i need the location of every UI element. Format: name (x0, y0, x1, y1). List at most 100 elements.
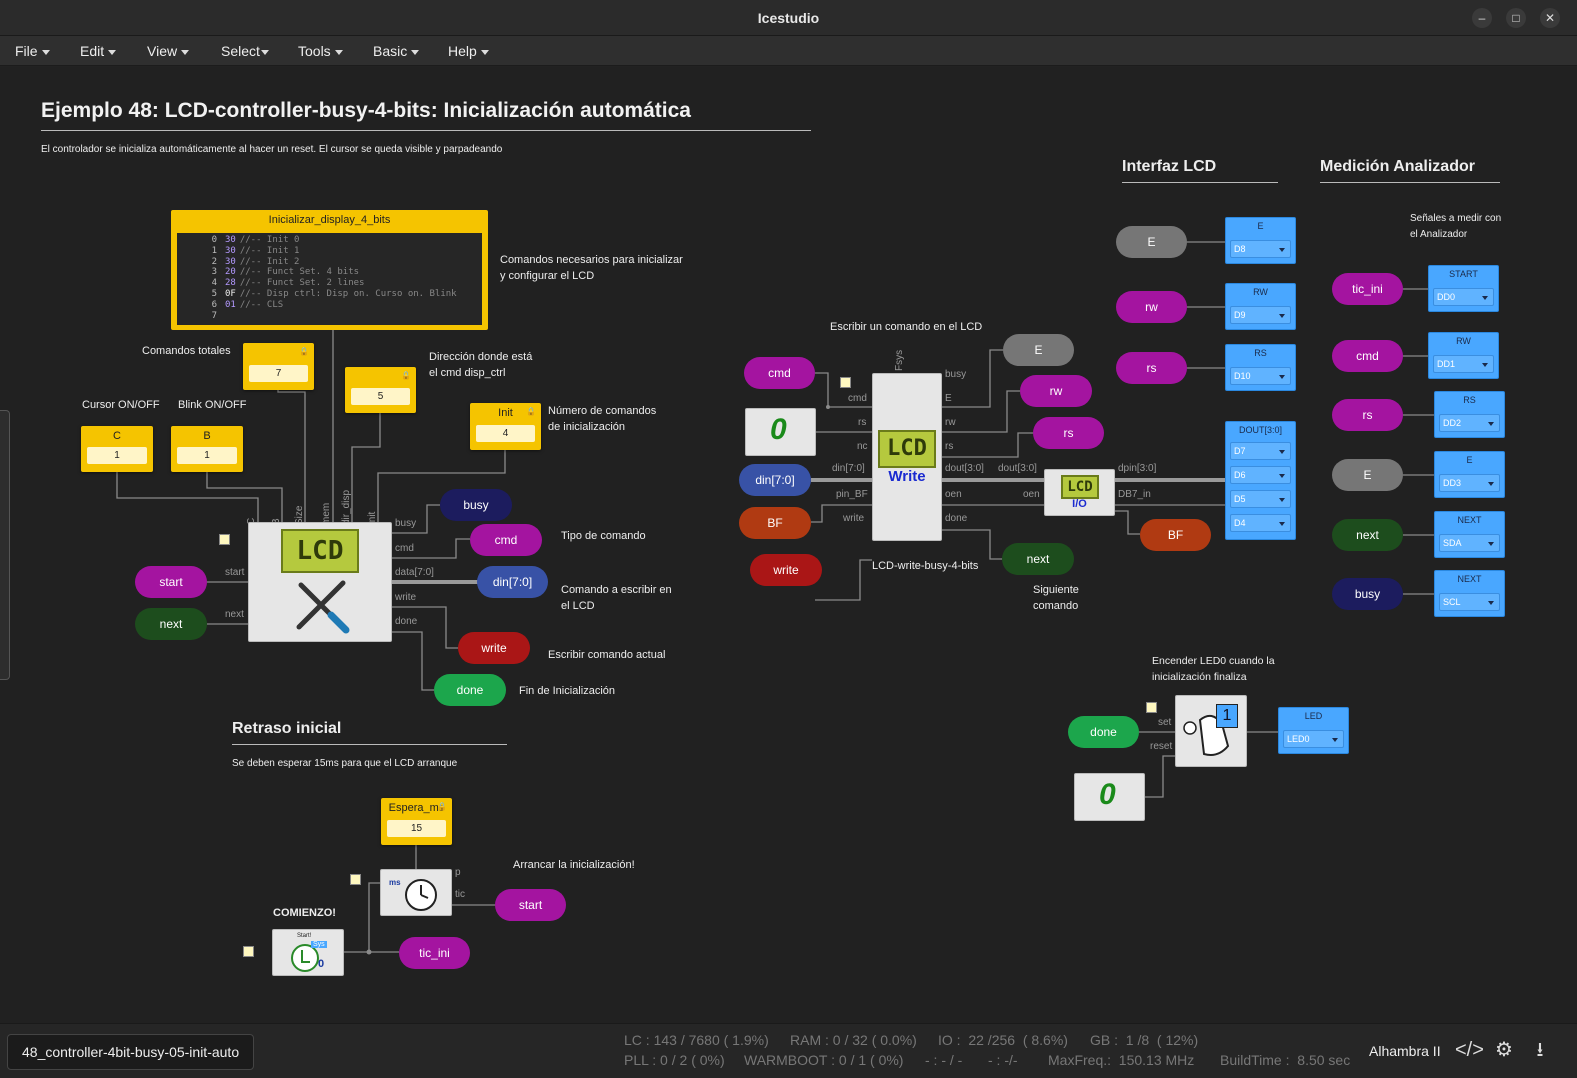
timer-block[interactable]: ms (380, 869, 452, 916)
clock-input[interactable] (1146, 702, 1157, 713)
menu-file[interactable]: File (15, 43, 50, 59)
lcd-write-block[interactable]: LCD Write (872, 373, 942, 541)
cursor-constant[interactable]: C 1 (81, 426, 153, 472)
pin-select[interactable]: SDA (1439, 534, 1500, 552)
pin-rw[interactable]: RW D9 (1225, 283, 1296, 330)
pin-select[interactable]: D7 (1230, 442, 1291, 460)
an-label-next[interactable]: next (1332, 519, 1403, 551)
an-pin-next-scl[interactable]: NEXT SCL (1434, 570, 1505, 617)
constant-value[interactable]: 1 (177, 447, 237, 464)
label-bf[interactable]: BF (739, 507, 811, 539)
port-cmd-in: cmd (848, 393, 867, 404)
label-rw-out[interactable]: rw (1020, 375, 1092, 407)
pin-select[interactable]: D8 (1230, 240, 1291, 258)
an-label-e[interactable]: E (1332, 459, 1403, 491)
maximize-icon[interactable]: □ (1506, 8, 1526, 28)
an-pin-e[interactable]: E DD3 (1434, 451, 1505, 498)
an-label-busy[interactable]: busy (1332, 578, 1403, 610)
init-constant[interactable]: Init 🔒 4 (470, 403, 541, 450)
label-write[interactable]: write (458, 632, 530, 664)
pin-e[interactable]: E D8 (1225, 217, 1296, 264)
label-e-out[interactable]: E (1003, 334, 1074, 366)
pin-dout[interactable]: DOUT[3:0] D7 D6 D5 D4 (1225, 421, 1296, 540)
led-label-done[interactable]: done (1068, 716, 1139, 748)
dir-constant[interactable]: 🔒 5 (345, 367, 416, 413)
close-icon[interactable]: ✕ (1540, 8, 1560, 28)
pin-select[interactable]: D4 (1230, 514, 1291, 532)
design-canvas[interactable]: Ejemplo 48: LCD-controller-busy-4-bits: … (0, 67, 1577, 1023)
board-name[interactable]: Alhambra II (1369, 1043, 1441, 1059)
an-pin-start[interactable]: START DD0 (1428, 265, 1499, 312)
pin-select[interactable]: D9 (1230, 306, 1291, 324)
clock-input[interactable] (243, 946, 254, 957)
code-icon[interactable]: </> (1455, 1036, 1484, 1064)
pin-select[interactable]: DD1 (1433, 355, 1494, 373)
iface-label-rs[interactable]: rs (1116, 352, 1187, 384)
constant-value[interactable]: 15 (387, 820, 446, 837)
pin-select[interactable]: LED0 (1283, 730, 1344, 748)
label-rs-out[interactable]: rs (1033, 417, 1104, 449)
label-bf-out[interactable]: BF (1140, 519, 1211, 551)
an-pin-next-sda[interactable]: NEXT SDA (1434, 511, 1505, 558)
total-commands-constant[interactable]: 🔒 7 (243, 343, 314, 390)
blink-label: Blink ON/OFF (178, 399, 247, 411)
pin-select[interactable]: D6 (1230, 466, 1291, 484)
lcd-controller-block[interactable]: LCD (248, 522, 392, 642)
upload-icon[interactable]: ⭳ (1526, 1036, 1554, 1064)
label-next-out[interactable]: next (1002, 543, 1074, 575)
menu-basic[interactable]: Basic (373, 43, 420, 59)
minimize-icon[interactable]: – (1472, 8, 1492, 28)
pin-select[interactable]: D10 (1230, 367, 1291, 385)
menu-edit[interactable]: Edit (80, 43, 117, 59)
menu-help[interactable]: Help (448, 43, 489, 59)
label-din[interactable]: din[7:0] (477, 566, 548, 598)
memory-block[interactable]: Inicializar_display_4_bits 0 30//-- Init … (171, 210, 488, 330)
pin-led[interactable]: LED LED0 (1278, 707, 1349, 754)
blink-constant[interactable]: B 1 (171, 426, 243, 472)
iface-label-rw[interactable]: rw (1116, 291, 1187, 323)
file-tab[interactable]: 48_controller-4bit-busy-05-init-auto (7, 1034, 255, 1070)
pin-select[interactable]: DD3 (1439, 474, 1500, 492)
pin-select[interactable]: SCL (1439, 593, 1500, 611)
zero-constant-block[interactable]: 0 (1074, 773, 1145, 821)
zero-constant-block[interactable]: 0 (745, 408, 816, 456)
label-start[interactable]: start (135, 566, 207, 598)
label-din-write[interactable]: din[7:0] (739, 464, 811, 496)
start-sys-block[interactable]: Start! Sys 0 (272, 929, 344, 976)
an-label-rs[interactable]: rs (1332, 399, 1403, 431)
constant-value[interactable]: 7 (249, 365, 308, 382)
label-next[interactable]: next (135, 608, 207, 640)
espera-constant[interactable]: Espera_ms 🔒 15 (381, 798, 452, 845)
clock-input[interactable] (350, 874, 361, 885)
label-busy[interactable]: busy (440, 489, 512, 521)
an-label-tic-ini[interactable]: tic_ini (1332, 273, 1403, 305)
menu-tools[interactable]: Tools (298, 43, 343, 59)
memory-editor[interactable]: 0 30//-- Init 0 1 30//-- Init 1 2 30//-- In… (177, 233, 482, 325)
side-toolbar[interactable] (0, 410, 10, 680)
an-pin-rw[interactable]: RW DD1 (1428, 332, 1499, 379)
label-write-in[interactable]: write (750, 554, 822, 586)
clock-input[interactable] (219, 534, 230, 545)
pin-select[interactable]: D5 (1230, 490, 1291, 508)
pin-rs[interactable]: RS D10 (1225, 344, 1296, 391)
clock-input[interactable] (840, 377, 851, 388)
label-cmd-write[interactable]: cmd (744, 357, 815, 389)
pin-select[interactable]: DD0 (1433, 288, 1494, 306)
led-port-reset: reset (1150, 741, 1173, 752)
iface-label-e[interactable]: E (1116, 226, 1187, 258)
an-pin-rs[interactable]: RS DD2 (1434, 391, 1505, 438)
label-cmd[interactable]: cmd (470, 524, 542, 556)
label-start-delay[interactable]: start (495, 889, 566, 921)
pin-select[interactable]: DD2 (1439, 414, 1500, 432)
label-tic-ini[interactable]: tic_ini (399, 937, 470, 969)
menu-select[interactable]: Select (221, 43, 269, 59)
an-label-cmd[interactable]: cmd (1332, 340, 1403, 372)
label-done[interactable]: done (434, 674, 506, 706)
constant-value[interactable]: 5 (351, 388, 410, 405)
menu-view[interactable]: View (147, 43, 190, 59)
constant-value[interactable]: 4 (476, 425, 535, 442)
gear-icon[interactable]: ⚙ (1490, 1036, 1518, 1064)
constant-value[interactable]: 1 (87, 447, 147, 464)
lcd-io-block[interactable]: LCD I/O (1044, 469, 1115, 516)
flipflop-block[interactable]: 1 (1175, 695, 1247, 767)
